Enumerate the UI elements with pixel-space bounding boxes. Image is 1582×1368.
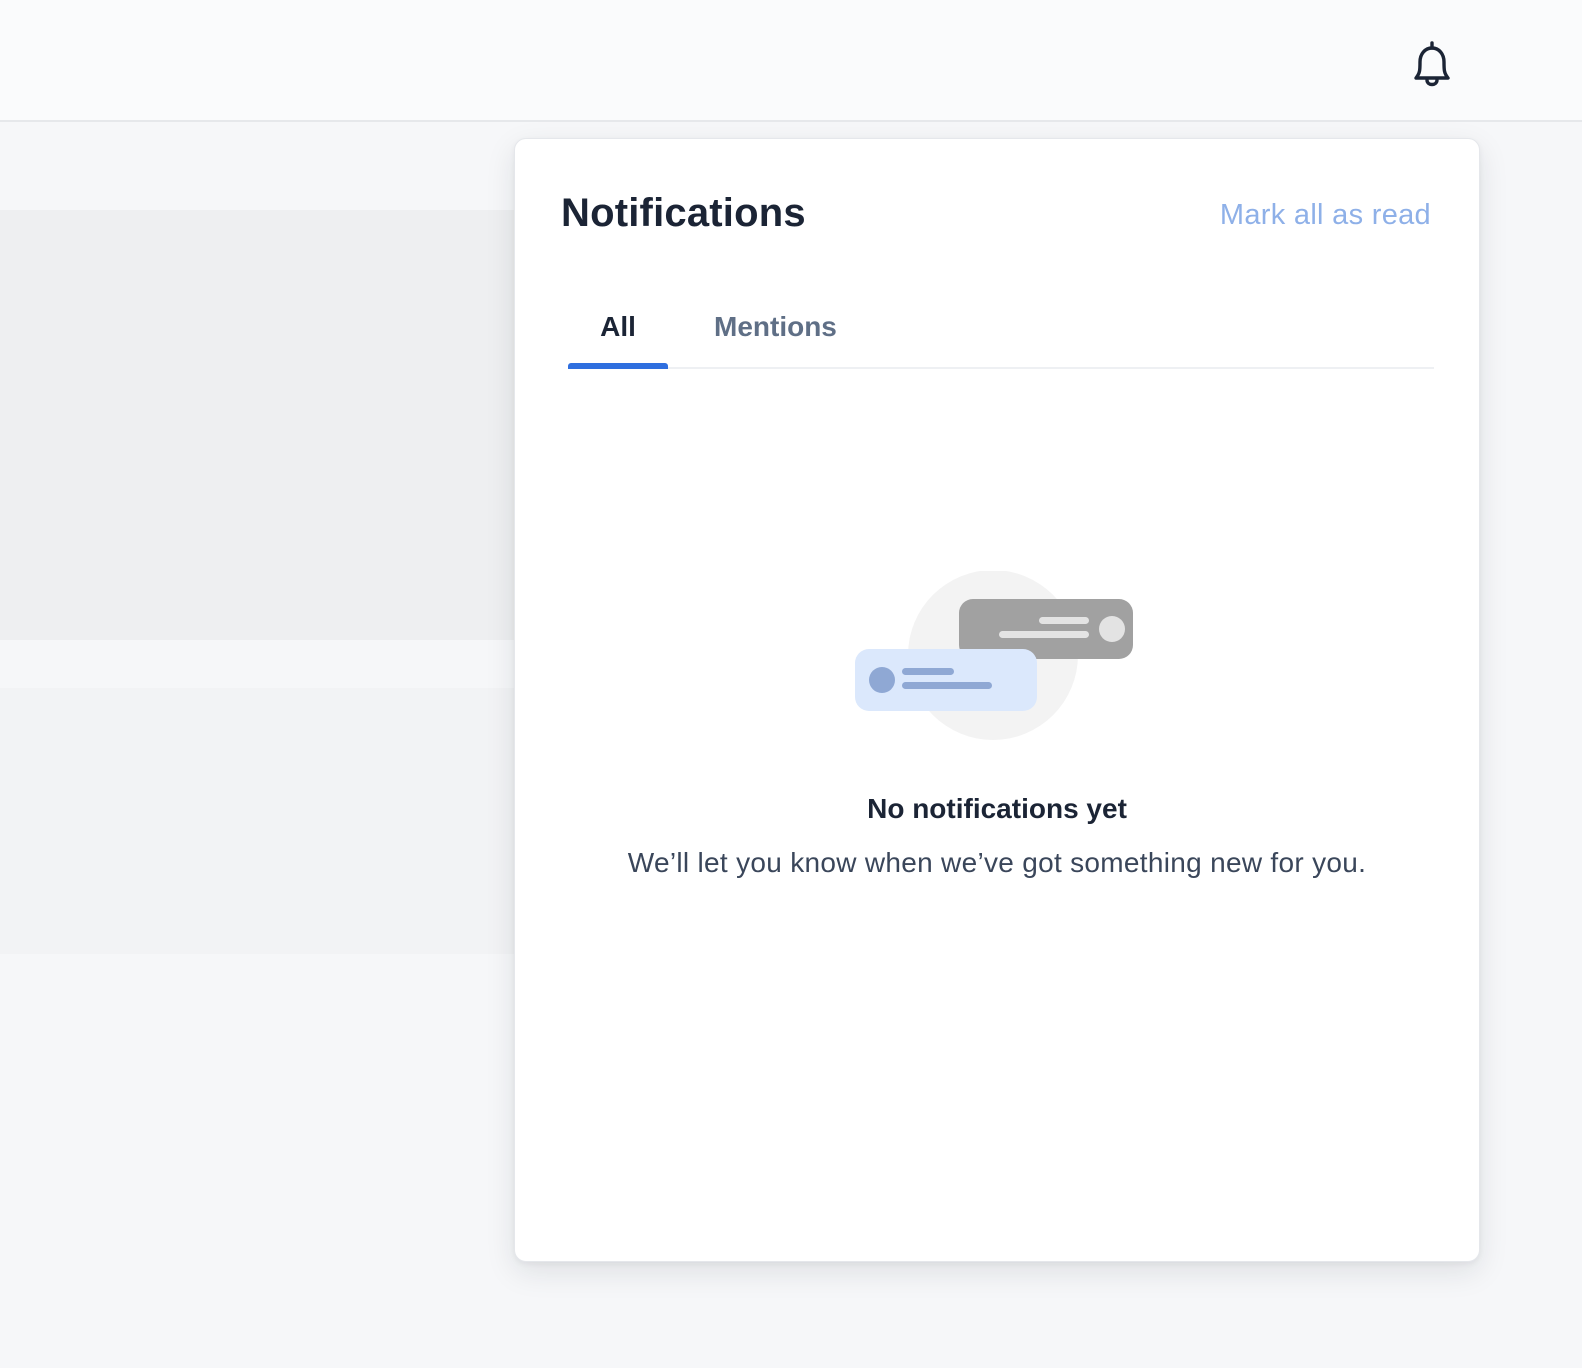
background-placeholder-block [0,688,516,954]
bell-icon [1414,41,1450,87]
top-bar [0,0,1582,122]
tab-all[interactable]: All [568,311,668,343]
empty-state-title: No notifications yet [867,793,1127,824]
chat-bubbles-illustration [855,571,1133,740]
active-tab-indicator [568,363,668,369]
notifications-panel: Notifications Mark all as read All Menti… [514,138,1480,1262]
notifications-button[interactable] [1404,36,1460,96]
mark-all-read-link[interactable]: Mark all as read [1220,199,1431,232]
panel-title: Notifications [561,191,806,235]
empty-state-message: We’ll let you know when we’ve got someth… [627,847,1367,878]
tab-mentions[interactable]: Mentions [714,311,837,343]
notification-tabs: All Mentions [568,299,1434,369]
background-placeholder-block [0,210,516,640]
